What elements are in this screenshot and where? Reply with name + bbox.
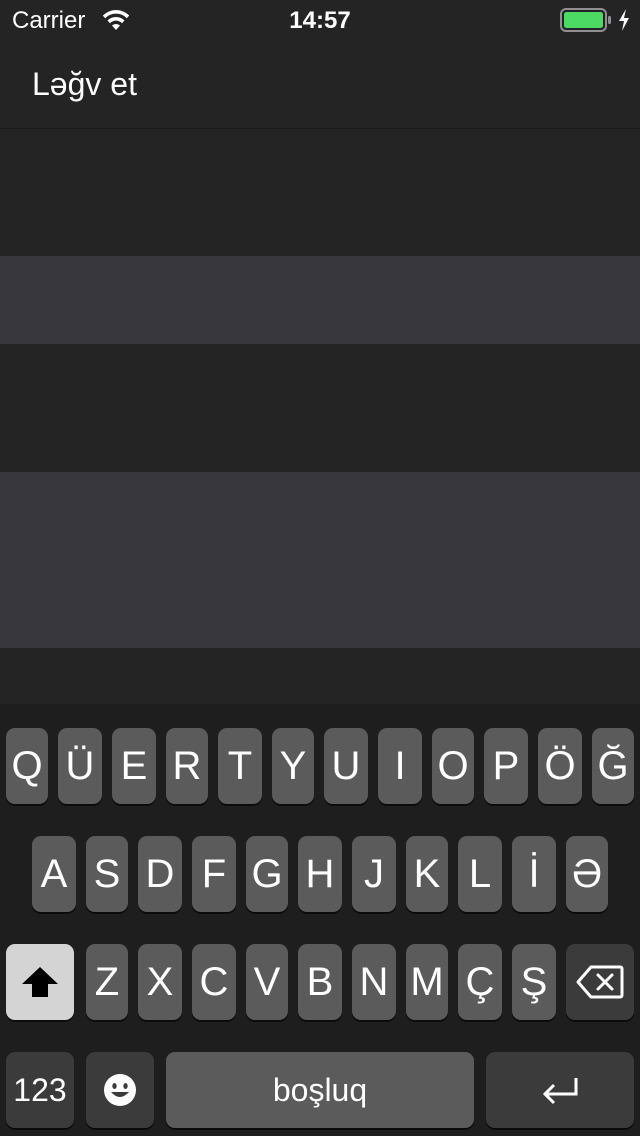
key-m[interactable]: M bbox=[406, 944, 448, 1020]
key-x[interactable]: X bbox=[138, 944, 182, 1020]
status-bar: Carrier 14:57 bbox=[0, 0, 640, 40]
clock: 14:57 bbox=[289, 7, 351, 34]
key-f[interactable]: F bbox=[192, 836, 236, 912]
key-o-umlaut[interactable]: Ö bbox=[538, 728, 582, 804]
key-n[interactable]: N bbox=[352, 944, 396, 1020]
key-q[interactable]: Q bbox=[6, 728, 48, 804]
charging-bolt-icon bbox=[616, 8, 632, 32]
keyboard: Q Ü E R T Y U I O P Ö Ğ A S D F G H J K … bbox=[0, 704, 640, 1136]
shift-arrow-icon bbox=[20, 964, 60, 1000]
key-r[interactable]: R bbox=[166, 728, 208, 804]
backspace-key[interactable] bbox=[566, 944, 634, 1020]
key-schwa[interactable]: Ə bbox=[566, 836, 608, 912]
return-key[interactable] bbox=[486, 1052, 634, 1128]
key-e[interactable]: E bbox=[112, 728, 156, 804]
backspace-icon bbox=[576, 965, 624, 999]
emoji-key[interactable] bbox=[86, 1052, 154, 1128]
key-i[interactable]: I bbox=[378, 728, 422, 804]
return-arrow-icon bbox=[540, 1074, 580, 1106]
key-h[interactable]: H bbox=[298, 836, 342, 912]
space-key[interactable]: boşluq bbox=[166, 1052, 474, 1128]
emoji-icon bbox=[102, 1072, 138, 1108]
screen: Carrier 14:57 Ləğv et Q Ü E R T Y U I O … bbox=[0, 0, 640, 1136]
key-d[interactable]: D bbox=[138, 836, 182, 912]
key-a[interactable]: A bbox=[32, 836, 76, 912]
key-i-dotted[interactable]: İ bbox=[512, 836, 556, 912]
key-b[interactable]: B bbox=[298, 944, 342, 1020]
key-u[interactable]: U bbox=[324, 728, 368, 804]
shift-key[interactable] bbox=[6, 944, 74, 1020]
cancel-button[interactable]: Ləğv et bbox=[32, 66, 137, 103]
key-s[interactable]: S bbox=[86, 836, 128, 912]
key-u-umlaut[interactable]: Ü bbox=[58, 728, 102, 804]
key-z[interactable]: Z bbox=[86, 944, 128, 1020]
list-row[interactable] bbox=[0, 344, 640, 472]
list-row[interactable] bbox=[0, 129, 640, 256]
key-v[interactable]: V bbox=[246, 944, 288, 1020]
key-j[interactable]: J bbox=[352, 836, 396, 912]
key-c-cedilla[interactable]: Ç bbox=[458, 944, 502, 1020]
list-row-highlighted[interactable] bbox=[0, 256, 640, 344]
numbers-key[interactable]: 123 bbox=[6, 1052, 74, 1128]
key-p[interactable]: P bbox=[484, 728, 528, 804]
battery-icon bbox=[560, 8, 612, 32]
nav-bar: Ləğv et bbox=[0, 40, 640, 129]
key-g[interactable]: G bbox=[246, 836, 288, 912]
key-y[interactable]: Y bbox=[272, 728, 314, 804]
key-l[interactable]: L bbox=[458, 836, 502, 912]
key-t[interactable]: T bbox=[218, 728, 262, 804]
key-c[interactable]: C bbox=[192, 944, 236, 1020]
key-k[interactable]: K bbox=[406, 836, 448, 912]
list-row[interactable] bbox=[0, 648, 640, 704]
key-s-cedilla[interactable]: Ş bbox=[512, 944, 556, 1020]
list-row-highlighted[interactable] bbox=[0, 472, 640, 648]
key-o[interactable]: O bbox=[432, 728, 474, 804]
key-g-breve[interactable]: Ğ bbox=[592, 728, 634, 804]
